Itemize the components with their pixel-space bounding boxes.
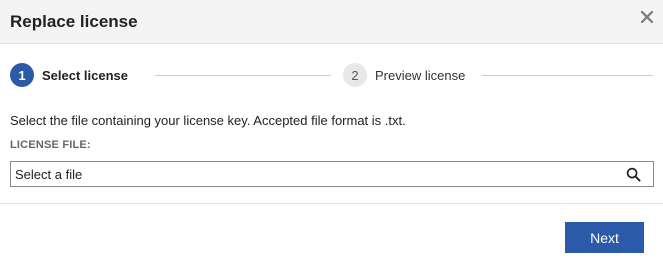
license-file-label: LICENSE FILE: [10, 139, 91, 151]
step-number-badge: 1 [10, 63, 34, 87]
search-icon[interactable] [626, 167, 641, 182]
next-button[interactable]: Next [565, 222, 644, 253]
stepper: 1 Select license 2 Preview license [10, 62, 653, 88]
instructions-text: Select the file containing your license … [10, 113, 406, 128]
step-preview-license: 2 Preview license [343, 62, 465, 88]
step-connector [482, 75, 653, 76]
step-label: Select license [42, 67, 128, 83]
step-connector [155, 75, 331, 76]
replace-license-dialog: Replace license 1 Select license 2 Previ… [0, 0, 663, 259]
footer-divider [0, 203, 663, 204]
step-label: Preview license [375, 67, 466, 83]
dialog-header: Replace license [0, 0, 663, 44]
step-number-badge: 2 [343, 63, 367, 87]
license-file-input[interactable]: Select a file [10, 161, 654, 187]
file-input-value: Select a file [15, 166, 83, 182]
close-icon[interactable] [639, 9, 655, 25]
dialog-title: Replace license [10, 12, 138, 31]
step-select-license: 1 Select license [10, 62, 128, 88]
